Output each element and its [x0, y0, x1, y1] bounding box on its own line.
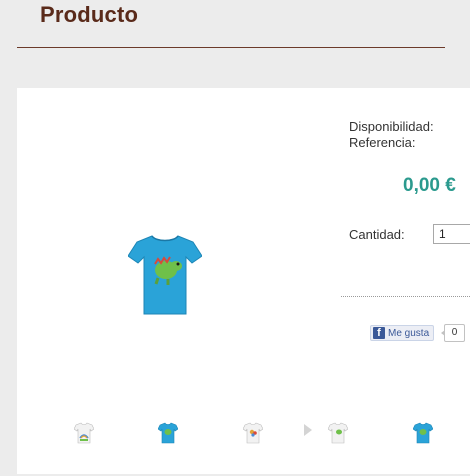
- like-count: 0: [441, 324, 465, 342]
- thumbnail-next-arrow[interactable]: [304, 424, 312, 436]
- thumbnail-5[interactable]: [413, 422, 433, 444]
- facebook-icon: f: [373, 327, 385, 339]
- thumbnail-3[interactable]: [243, 422, 263, 444]
- quantity-label: Cantidad:: [349, 227, 405, 242]
- product-main-image[interactable]: [128, 234, 202, 316]
- thumbnail-1[interactable]: [74, 422, 94, 444]
- quantity-input[interactable]: 1: [433, 224, 470, 244]
- title-divider: [17, 47, 445, 48]
- dotted-divider: [341, 296, 470, 297]
- thumbnail-4[interactable]: [328, 422, 348, 444]
- like-label: Me gusta: [388, 327, 430, 339]
- product-price: 0,00 €: [403, 175, 456, 196]
- availability-label: Disponibilidad:: [349, 119, 434, 134]
- page-title: Producto: [40, 2, 139, 27]
- facebook-like-button[interactable]: f Me gusta: [370, 325, 435, 341]
- reference-label: Referencia:: [349, 135, 416, 150]
- thumbnail-2[interactable]: [158, 422, 178, 444]
- product-page: Producto Disponibilidad: Referencia: 0,0…: [0, 0, 470, 476]
